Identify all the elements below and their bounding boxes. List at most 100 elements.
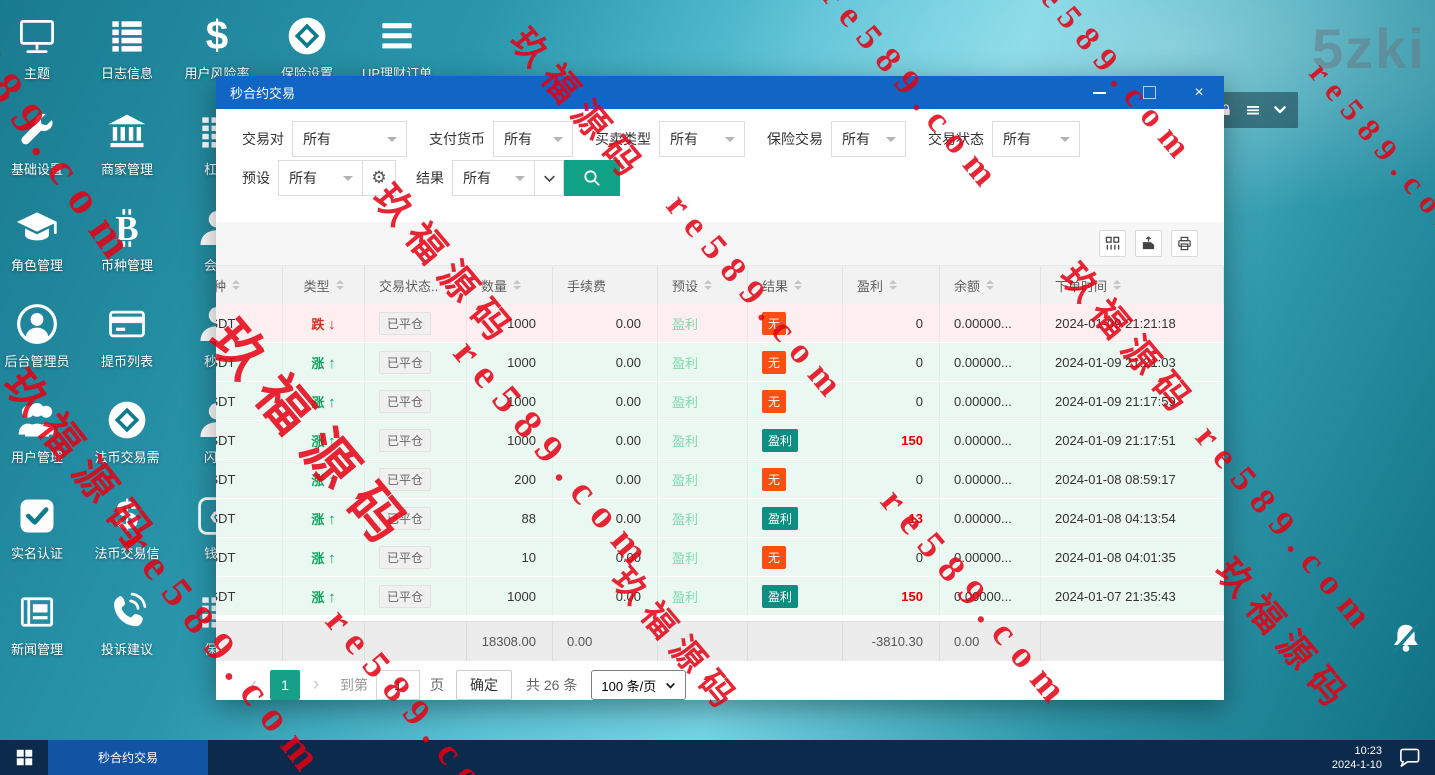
column-header[interactable]: 下单时间 <box>1041 266 1224 304</box>
desktop-icon-monitor[interactable]: 主题 <box>0 14 82 82</box>
chevron-down-icon[interactable] <box>1272 102 1288 118</box>
current-page-button[interactable]: 1 <box>270 670 300 700</box>
select-value: 所有 <box>463 170 491 186</box>
desktop-icon-wrench[interactable]: 基础设置 <box>0 110 82 178</box>
preset-settings-button[interactable]: ⚙ <box>362 160 396 196</box>
desktop-icon-phone[interactable]: 投诉建议 <box>82 590 172 658</box>
desktop-icon-grad-cap[interactable]: 角色管理 <box>0 206 82 274</box>
column-header[interactable]: 币种 <box>216 266 283 304</box>
sort-icon[interactable] <box>513 280 522 290</box>
column-header[interactable]: 盈利 <box>843 266 940 304</box>
fee-cell: 0.00 <box>615 471 641 487</box>
sort-icon[interactable] <box>704 280 713 290</box>
arrow-up-icon: ↑ <box>328 471 336 489</box>
taskbar-clock[interactable]: 10:23 2024-1-10 <box>1332 744 1382 772</box>
desktop-icon-check-square[interactable]: 实名认证 <box>0 494 82 562</box>
prev-page-button[interactable]: ‹ <box>242 674 266 696</box>
desktop-icon-users[interactable]: 用户管理 <box>0 398 82 466</box>
export-button[interactable] <box>1135 230 1162 257</box>
preset-select[interactable]: 所有 <box>278 160 363 196</box>
table-totals-row: 18308.00 0.00 -3810.30 0.00 <box>216 621 1224 661</box>
close-button[interactable]: × <box>1188 82 1210 104</box>
balance-cell: 0.00000... <box>954 510 1012 526</box>
result-select[interactable]: 所有 <box>452 160 535 196</box>
desktop-icon-logo-circle[interactable]: 保险设置 <box>262 14 352 82</box>
minimize-button[interactable] <box>1088 82 1110 104</box>
insurance-select[interactable]: 所有 <box>831 121 906 157</box>
desktop-icon-bank[interactable]: 商家管理 <box>82 110 172 178</box>
preset-cell: 盈利 <box>672 550 699 566</box>
menu-sm-icon[interactable] <box>1245 102 1261 118</box>
balance-cell: 0.00000... <box>954 549 1012 565</box>
time-cell: 2024-01-07 21:35:43 <box>1055 588 1176 604</box>
desktop-icon-newspaper[interactable]: 新闻管理 <box>0 590 82 658</box>
status-badge: 已平仓 <box>379 311 432 335</box>
column-header[interactable]: 类型 <box>283 266 365 304</box>
maximize-button[interactable] <box>1138 82 1160 104</box>
time-cell: 2024-01-08 08:59:17 <box>1055 471 1176 487</box>
trade-status-select[interactable]: 所有 <box>992 121 1080 157</box>
page-number-input[interactable] <box>376 670 420 700</box>
column-header[interactable]: 预设 <box>658 266 748 304</box>
collapse-select[interactable] <box>534 160 564 196</box>
chevron-down-icon <box>1060 137 1070 147</box>
user-circle-icon <box>15 302 59 346</box>
coin-cell: USDT <box>216 393 236 409</box>
clock-time: 10:23 <box>1354 744 1382 757</box>
pay-currency-select[interactable]: 所有 <box>493 121 573 157</box>
filter-label: 预设 <box>242 170 270 186</box>
desktop-icon-card[interactable]: 提币列表 <box>82 302 172 370</box>
start-button[interactable] <box>0 740 48 775</box>
result-badge: 无 <box>762 467 787 491</box>
watermark-text: 玖福源码 <box>1207 550 1361 723</box>
chevron-down-icon <box>725 137 735 147</box>
time-cell: 2024-01-09 21:17:51 <box>1055 432 1176 448</box>
next-page-button[interactable]: › <box>304 674 328 696</box>
desktop-icon-logo-circle[interactable]: 法币交易需 <box>82 398 172 466</box>
sort-icon[interactable] <box>232 280 241 290</box>
desktop-icon-dollar[interactable]: $ 法币交易信 <box>82 492 172 562</box>
column-header[interactable]: 数量 <box>467 266 553 304</box>
sort-icon[interactable] <box>889 280 898 290</box>
desktop-icon-bitcoin[interactable]: B 币种管理 <box>82 206 172 274</box>
confirm-button[interactable]: 确定 <box>456 670 512 700</box>
gear-icon: ⚙ <box>371 168 387 188</box>
taskbar-task-second-contract[interactable]: 秒合约交易 <box>48 740 208 775</box>
column-header[interactable]: 交易状态.. <box>365 266 467 304</box>
filter-result: 结果 所有 <box>416 160 620 196</box>
select-value: 所有 <box>289 170 317 186</box>
filter-trading-pair: 交易对 所有 <box>242 121 407 157</box>
window-titlebar[interactable]: 秒合约交易 × <box>216 76 1224 109</box>
per-page-select[interactable]: 100 条/页 <box>591 670 687 700</box>
action-center-icon[interactable] <box>1398 747 1421 768</box>
table-row: USDT 涨 ↑ 已平仓 200 0.00 盈利 无 0 0.00000... 2024-01-0… <box>216 460 1224 499</box>
desktop-icon-dollar[interactable]: $ 用户风险率 <box>172 12 262 82</box>
search-button[interactable] <box>564 160 620 196</box>
desktop-icon-label: 用户管理 <box>10 450 63 465</box>
dollar-icon: $ <box>195 12 239 58</box>
columns-toggle-button[interactable] <box>1099 230 1126 257</box>
sort-icon[interactable] <box>986 280 995 290</box>
desktop-icon-menu[interactable]: UP理财订单 <box>352 14 442 82</box>
fee-cell: 0.00 <box>615 393 641 409</box>
check-square-icon <box>15 494 59 538</box>
balance-cell: 0.00000... <box>954 315 1012 331</box>
column-header[interactable]: 结果 <box>748 266 843 304</box>
desktop-icon-label: 基础设置 <box>10 162 63 177</box>
trade-type-select[interactable]: 所有 <box>659 121 745 157</box>
fee-cell: 0.00 <box>615 315 641 331</box>
column-label: 结果 <box>762 278 789 294</box>
sort-icon[interactable] <box>335 280 344 290</box>
sort-icon[interactable] <box>1113 280 1122 290</box>
balance-cell: 0.00000... <box>954 471 1012 487</box>
bell-muted-icon[interactable] <box>1388 618 1424 660</box>
desktop-icon-user-circle[interactable]: 后台管理员 <box>0 302 82 370</box>
print-button[interactable] <box>1171 230 1198 257</box>
trading-pair-select[interactable]: 所有 <box>292 121 407 157</box>
sort-icon[interactable] <box>794 280 803 290</box>
goto-page-label: 到第 <box>340 677 368 693</box>
desktop-icon-list[interactable]: 日志信息 <box>82 14 172 82</box>
time-cell: 2024-01-09 21:21:18 <box>1055 315 1176 331</box>
sort-icon[interactable] <box>444 280 453 290</box>
column-header[interactable]: 余额 <box>940 266 1041 304</box>
